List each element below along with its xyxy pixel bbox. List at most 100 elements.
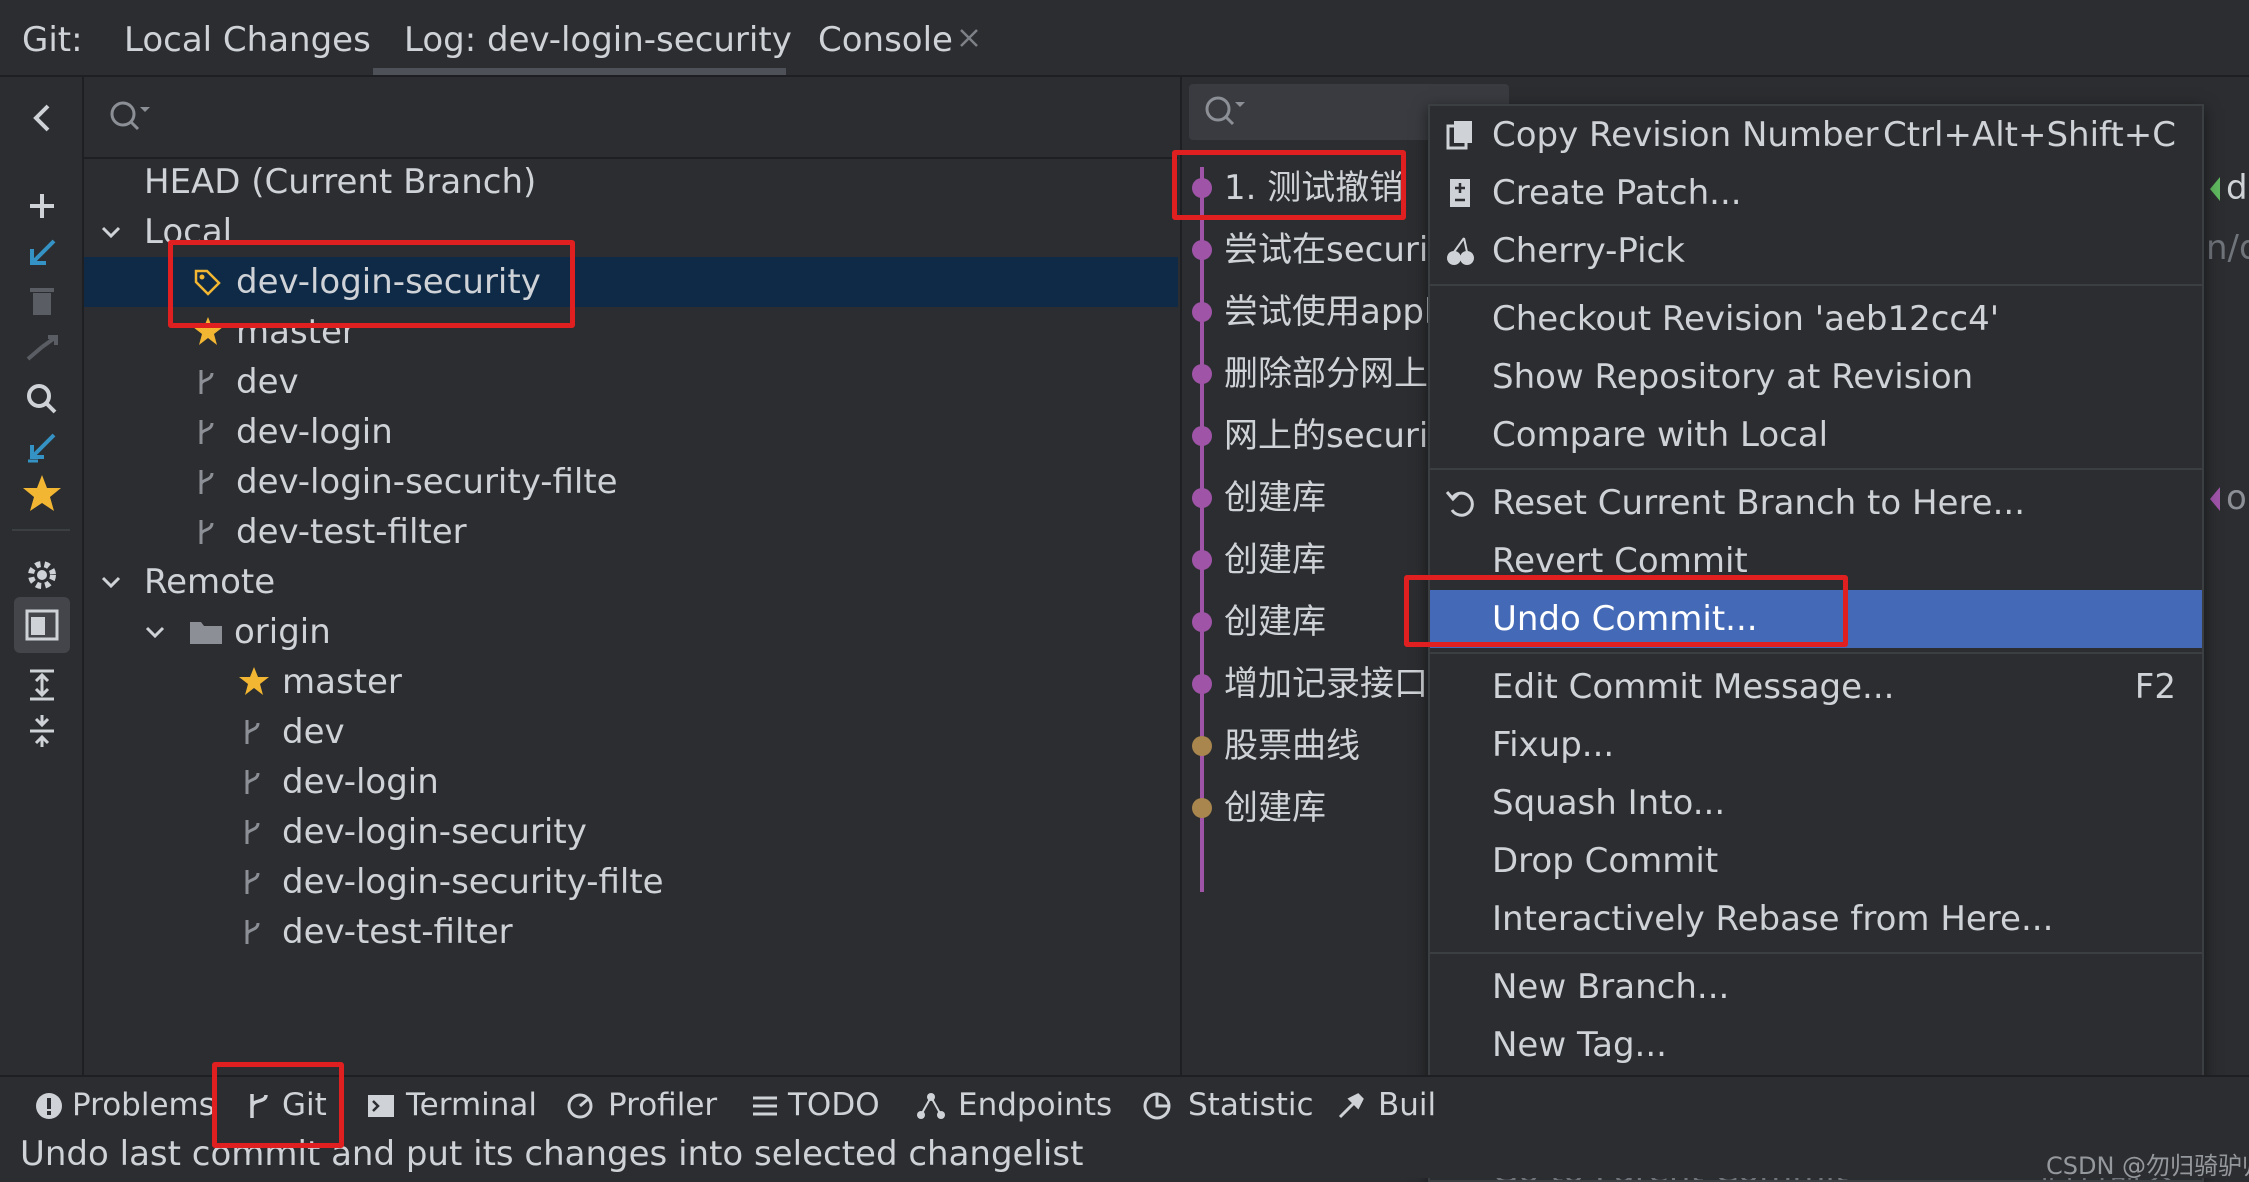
branch-icon (192, 517, 222, 547)
menu-item-label: Cherry-Pick (1492, 231, 1685, 271)
commit-node (1192, 612, 1212, 632)
branch-icon (192, 367, 222, 397)
commit-node (1192, 178, 1212, 198)
star-icon (192, 315, 224, 347)
menu-item-label: Edit Commit Message... (1492, 667, 1895, 707)
star-icon (238, 665, 270, 697)
menu-item-fixup[interactable]: Fixup... (1430, 716, 2202, 774)
commit-row[interactable]: 创建库 (1224, 473, 1326, 523)
preview-panel-icon[interactable] (14, 597, 70, 653)
menu-item-label: Compare with Local (1492, 415, 1829, 455)
status-text: Undo last commit and put its changes int… (20, 1134, 1084, 1174)
watermark: CSDN @勿归骑驴归 (2046, 1152, 2249, 1180)
branch-icon (238, 867, 268, 897)
gear-icon[interactable] (18, 551, 66, 599)
tab-log[interactable]: Log: dev-login-security (404, 0, 792, 75)
menu-item-label: Fixup... (1492, 725, 1615, 765)
profiler-icon (566, 1091, 596, 1121)
menu-item-shortcut: Ctrl+Alt+Shift+C (1882, 115, 2176, 155)
commit-row[interactable]: 1. 测试撤销 (1224, 163, 1403, 213)
chevron-down-icon[interactable] (142, 619, 168, 645)
commit-row[interactable]: 创建库 (1224, 535, 1326, 585)
tool-window-bar: Problems Git Terminal Profiler TODO Endp… (0, 1075, 2249, 1133)
endpoints-icon (916, 1091, 946, 1121)
commit-row[interactable]: 网上的security (1224, 411, 1462, 461)
menu-item-label: Revert Commit (1492, 541, 1748, 581)
toolbar-divider (12, 529, 70, 531)
menu-item-label: New Tag... (1492, 1025, 1667, 1065)
add-icon[interactable] (18, 182, 66, 230)
status-bar: Undo last commit and put its changes int… (0, 1131, 2249, 1178)
menu-item-create-patch[interactable]: Create Patch... (1430, 164, 2202, 222)
menu-item-drop-commit[interactable]: Drop Commit (1430, 832, 2202, 890)
menu-item-label: Create Patch... (1492, 173, 1742, 213)
menu-item-label: Squash Into... (1492, 783, 1726, 823)
menu-separator (1430, 952, 2202, 954)
commit-row[interactable]: 删除部分网上的 (1224, 349, 1462, 399)
menu-item-reset-current-branch-to-here[interactable]: Reset Current Branch to Here... (1430, 474, 2202, 532)
search-icon[interactable] (18, 375, 66, 423)
commit-node (1192, 798, 1212, 818)
merge-icon[interactable] (18, 325, 66, 373)
menu-separator (1430, 468, 2202, 470)
menu-item-new-tag[interactable]: New Tag... (1430, 1016, 2202, 1074)
menu-item-undo-commit[interactable]: Undo Commit... (1430, 590, 2202, 648)
collapse-arrow-icon[interactable] (18, 94, 66, 142)
menu-item-checkout-revision-aeb12cc4[interactable]: Checkout Revision 'aeb12cc4' (1430, 290, 2202, 348)
chevron-down-icon[interactable] (98, 219, 124, 245)
tag-icon (192, 267, 222, 297)
statistic-icon (1142, 1091, 1172, 1121)
menu-item-edit-commit-message[interactable]: Edit Commit Message... F2 (1430, 658, 2202, 716)
branch-icon (238, 717, 268, 747)
commit-node (1192, 426, 1212, 446)
menu-item-shortcut: F2 (2134, 667, 2176, 707)
tool-window-tabbar: Git: Local Changes Log: dev-login-securi… (0, 0, 2249, 77)
problems-icon (34, 1091, 64, 1121)
commit-node (1192, 550, 1212, 570)
branch-icon (238, 767, 268, 797)
update-arrow-icon[interactable] (18, 229, 66, 277)
git-branch-icon (244, 1091, 274, 1121)
close-icon[interactable] (956, 25, 982, 51)
chevron-down-icon[interactable] (98, 569, 124, 595)
menu-item-label: Undo Commit... (1492, 599, 1758, 639)
menu-item-revert-commit[interactable]: Revert Commit (1430, 532, 2202, 590)
folder-icon (188, 617, 224, 647)
terminal-icon (366, 1091, 396, 1121)
left-toolbar (0, 77, 84, 1075)
branch-icon (238, 917, 268, 947)
commit-row[interactable]: 尝试使用appli (1224, 287, 1443, 337)
star-icon[interactable] (18, 469, 66, 517)
menu-item-compare-with-local[interactable]: Compare with Local (1430, 406, 2202, 464)
branch-icon (192, 467, 222, 497)
commit-row[interactable]: 股票曲线 (1224, 721, 1360, 771)
menu-item-label: Interactively Rebase from Here... (1492, 899, 2054, 939)
search-icon[interactable] (106, 97, 154, 137)
commit-row[interactable]: 创建库 (1224, 783, 1326, 833)
commit-row[interactable]: 增加记录接口 (1224, 659, 1428, 709)
menu-item-label: Copy Revision Number (1492, 115, 1879, 155)
active-tab-indicator (373, 68, 786, 75)
cherry-pick-icon (1444, 234, 1478, 268)
commit-node (1192, 364, 1212, 384)
reset-icon (1444, 486, 1478, 520)
todo-icon (750, 1091, 780, 1121)
menu-item-copy-revision-number[interactable]: Copy Revision Number Ctrl+Alt+Shift+C (1430, 106, 2202, 164)
menu-item-squash-into[interactable]: Squash Into... (1430, 774, 2202, 832)
menu-separator (1430, 652, 2202, 654)
build-icon (1336, 1091, 1366, 1121)
commit-node (1192, 674, 1212, 694)
fetch-icon[interactable] (18, 423, 66, 471)
search-icon (1201, 92, 1249, 132)
commit-row[interactable]: 尝试在security (1224, 225, 1462, 275)
menu-item-new-branch[interactable]: New Branch... (1430, 958, 2202, 1016)
tab-console[interactable]: Console (818, 0, 953, 75)
menu-item-cherry-pick[interactable]: Cherry-Pick (1430, 222, 2202, 280)
menu-item-show-repository-at-revision[interactable]: Show Repository at Revision (1430, 348, 2202, 406)
delete-icon[interactable] (18, 277, 66, 325)
commit-row[interactable]: 创建库 (1224, 597, 1326, 647)
tab-local-changes[interactable]: Local Changes (124, 0, 371, 75)
collapse-all-icon[interactable] (18, 707, 66, 755)
expand-all-icon[interactable] (18, 661, 66, 709)
menu-item-interactively-rebase-from-here[interactable]: Interactively Rebase from Here... (1430, 890, 2202, 948)
